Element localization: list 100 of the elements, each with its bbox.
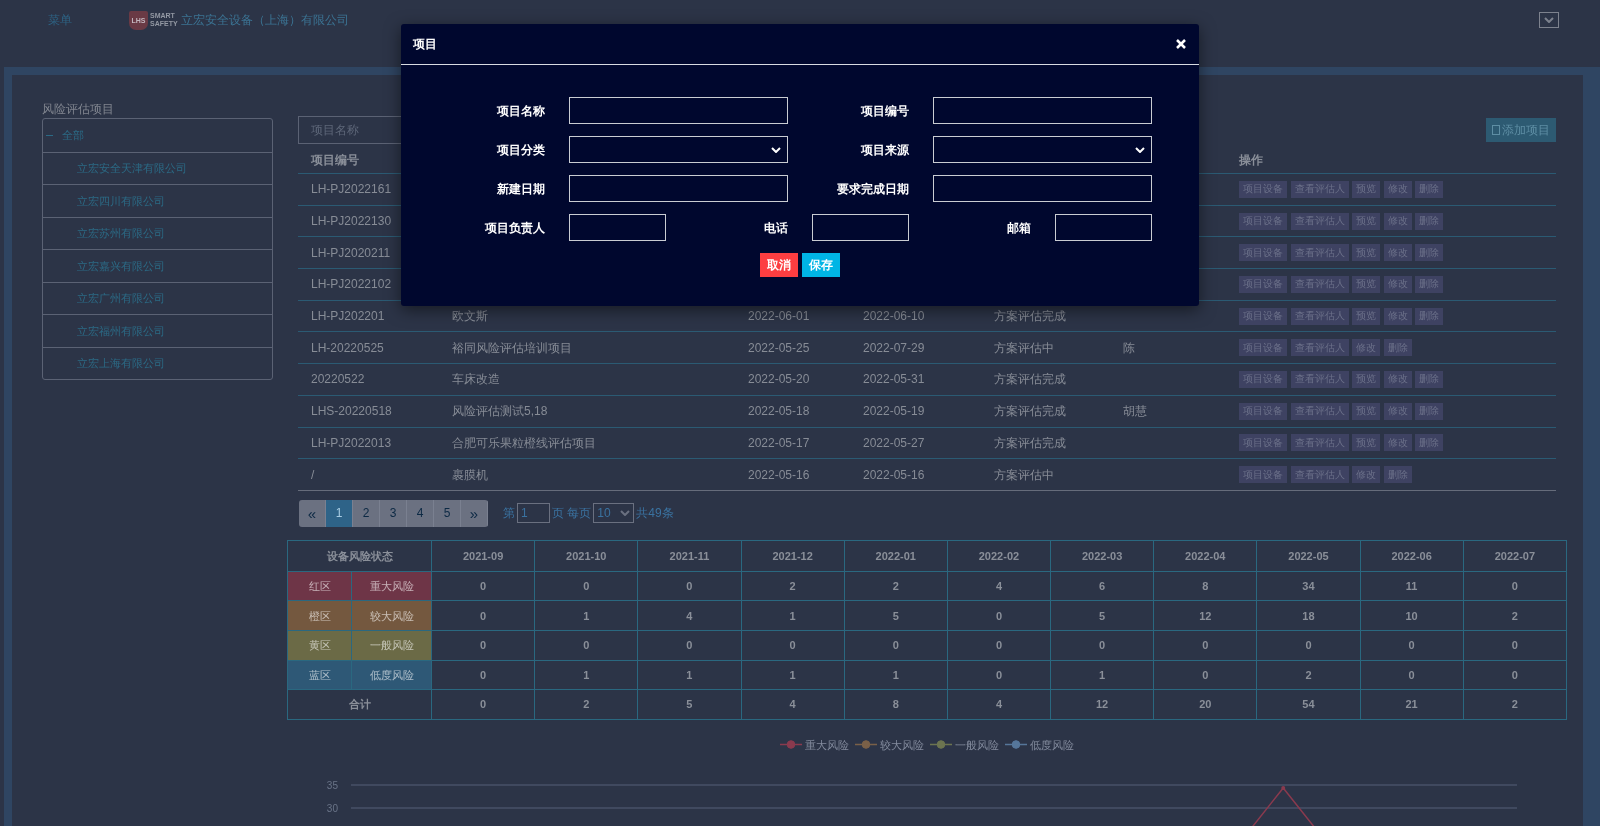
table-cell-text: 方案评估中 [993, 466, 1054, 484]
page-button[interactable]: 1 [326, 499, 353, 527]
table-cell: 4 [637, 600, 741, 631]
table-cell: 0 [534, 630, 638, 661]
table-cell-text: / [310, 466, 315, 484]
table-cell: 0 [431, 660, 535, 690]
column-header: 2022-02 [947, 540, 1051, 572]
table-cell: 0 [844, 630, 948, 661]
input-field[interactable] [569, 175, 788, 202]
axis-tick-label: 35 [326, 779, 338, 791]
page-button[interactable]: 4 [407, 499, 434, 527]
page-button[interactable]: 5 [434, 499, 461, 527]
column-header: 2022-03 [1050, 540, 1154, 572]
risk-level-cell: 重大风险 [351, 571, 432, 601]
close-button[interactable] [1175, 38, 1187, 50]
table-cell-text: 欧文斯 [451, 308, 488, 326]
field-label: 项目分类 [496, 141, 545, 159]
table-cell-text: 方案评估中 [993, 339, 1054, 357]
table-cell-text: 裹膜机 [451, 466, 488, 484]
table-cell: 1 [741, 660, 845, 690]
table-cell-text: LHS-20220518 [310, 403, 392, 421]
column-header: 2021-09 [431, 540, 535, 572]
select-field[interactable] [933, 136, 1152, 163]
field-label: 项目编号 [860, 102, 909, 120]
column-header: 2022-06 [1360, 540, 1464, 572]
table-cell: 0 [947, 660, 1051, 690]
page-size-select[interactable]: 10 [593, 503, 635, 524]
section-title: 风险评估项目 [42, 103, 115, 116]
table-cell: 12 [1153, 600, 1257, 631]
page-number-field[interactable]: 1 [517, 503, 550, 524]
table-cell: 1 [534, 600, 638, 631]
table-cell: 2 [534, 689, 638, 720]
table-cell-text: 2022-05-25 [747, 339, 810, 357]
table-cell: 0 [1360, 630, 1464, 661]
table-cell-text: 2022-05-27 [862, 434, 925, 452]
table-cell: 11 [1360, 571, 1464, 601]
table-cell: 20 [1153, 689, 1257, 720]
field-label: 电话 [763, 219, 788, 237]
dropdown-button[interactable] [1539, 12, 1559, 28]
page-button[interactable]: 3 [380, 499, 407, 527]
field-label: 项目负责人 [484, 219, 545, 237]
table-cell-text: 方案评估完成 [993, 403, 1066, 421]
table-cell: 0 [431, 600, 535, 631]
table-cell: 2 [1463, 600, 1567, 631]
table-cell: 0 [1153, 630, 1257, 661]
table-cell: 5 [1050, 600, 1154, 631]
field-label: 邮箱 [1006, 219, 1031, 237]
table-cell: 2 [844, 571, 948, 601]
column-header: 2022-05 [1256, 540, 1361, 572]
input-field[interactable] [569, 214, 666, 241]
table-cell-text: 2022-05-16 [862, 466, 925, 484]
save-button[interactable]: 保存 [802, 253, 840, 277]
input-field[interactable] [1055, 214, 1152, 241]
input-field[interactable] [569, 97, 788, 124]
table-cell: 5 [844, 600, 948, 631]
cancel-button[interactable]: 取消 [760, 253, 798, 277]
table-cell: 18 [1256, 600, 1361, 631]
table-cell: 4 [947, 571, 1051, 601]
select-field[interactable] [569, 136, 788, 163]
table-cell-text: 20220522 [310, 371, 365, 389]
column-header: 2022-01 [844, 540, 948, 572]
field-label: 新建日期 [496, 180, 545, 198]
previous-page-button[interactable]: « [299, 499, 326, 527]
axis-tick-label: 30 [326, 802, 338, 814]
legend-marker-icon[interactable] [930, 740, 952, 750]
table-cell: 0 [1050, 630, 1154, 661]
field-label: 项目名称 [496, 102, 545, 120]
table-cell-text: LH-PJ2022130 [310, 213, 392, 231]
column-header: 设备风险状态 [287, 540, 432, 572]
table-cell: 2 [1463, 689, 1567, 720]
field-label: 要求完成日期 [836, 180, 909, 198]
table-cell-text: LH-PJ202201 [310, 308, 385, 326]
input-field[interactable] [933, 97, 1152, 124]
pager-text: 第 [503, 505, 515, 523]
table-cell-text: 2022-05-16 [747, 466, 810, 484]
chevron-down-icon [771, 146, 781, 153]
page-button[interactable]: 2 [353, 499, 380, 527]
table-cell-text: 2022-05-19 [862, 403, 925, 421]
table-cell: 0 [1153, 660, 1257, 690]
risk-level-cell: 较大风险 [351, 600, 432, 631]
column-header: 2021-10 [534, 540, 638, 572]
table-cell: 54 [1256, 689, 1361, 720]
zone-cell: 黄区 [287, 630, 352, 661]
legend-marker-icon[interactable] [780, 740, 802, 750]
legend-marker-icon[interactable] [1005, 740, 1027, 750]
next-page-button[interactable]: » [461, 499, 488, 527]
column-header: 2022-04 [1153, 540, 1257, 572]
input-field[interactable] [812, 214, 909, 241]
chevron-down-icon [620, 510, 631, 517]
legend-label: 低度风险 [1030, 738, 1074, 751]
table-cell-text: 方案评估完成 [993, 434, 1066, 452]
table-cell: 6 [1050, 571, 1154, 601]
zone-cell: 红区 [287, 571, 352, 601]
field-label: 项目来源 [860, 141, 909, 159]
table-cell: 4 [741, 689, 845, 720]
legend-marker-icon[interactable] [855, 740, 877, 750]
input-field[interactable] [933, 175, 1152, 202]
pager-text: 共49条 [636, 505, 674, 523]
table-cell: 8 [844, 689, 948, 720]
table-cell: 1 [1050, 660, 1154, 690]
